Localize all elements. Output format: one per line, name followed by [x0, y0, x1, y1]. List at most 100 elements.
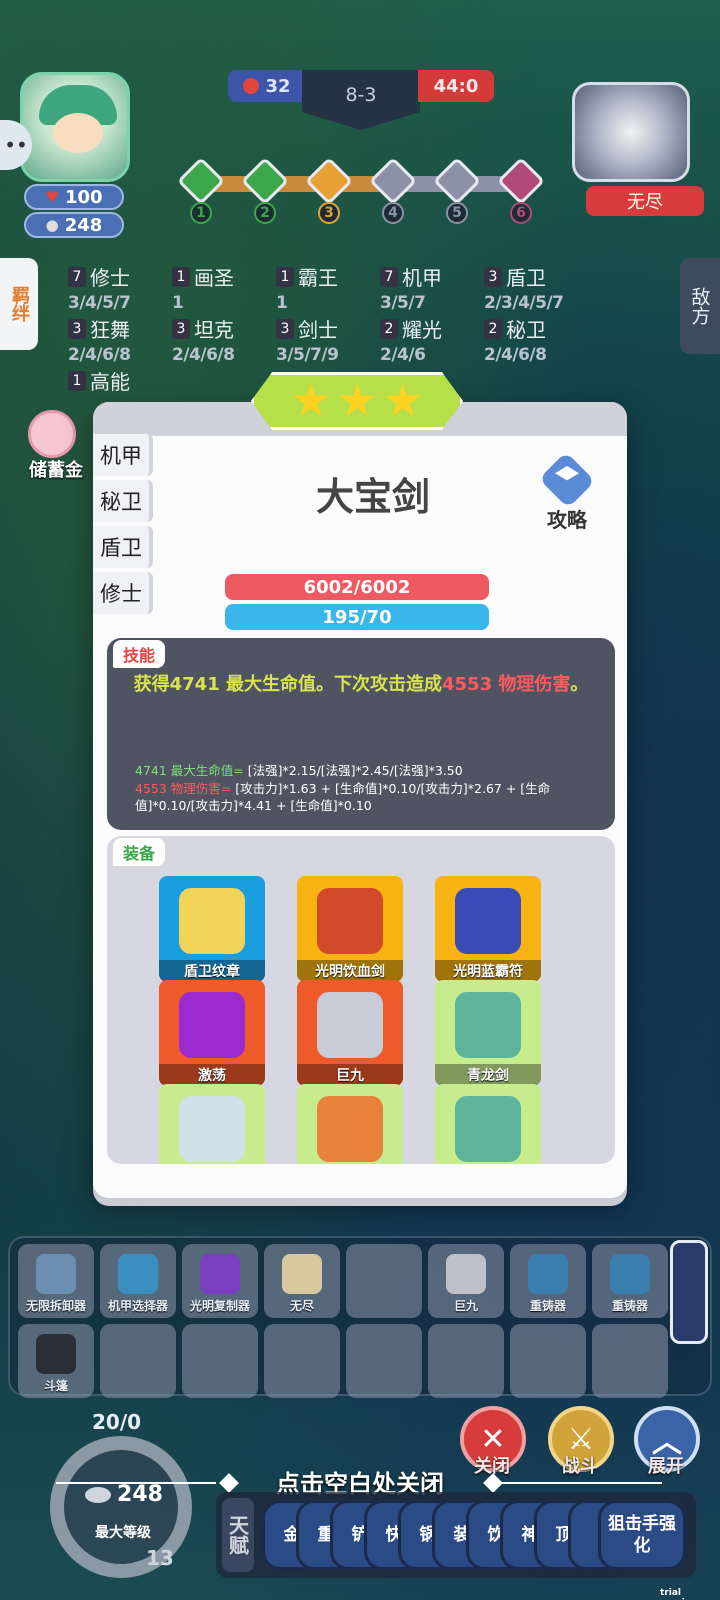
mana-bar: 195/70 [225, 604, 489, 630]
formula-head: 4741 最大生命值= [135, 763, 244, 778]
bench-slot[interactable]: 光明复制器 [182, 1244, 258, 1318]
equipment-icon [317, 992, 383, 1058]
formula-body: [法强]*2.15/[法强]*2.45/[法强]*3.50 [243, 763, 463, 778]
synergy-levels: 2/3/4/5/7 [484, 293, 564, 313]
synergy-levels: 3/5/7/9 [276, 345, 339, 365]
route-num: 5 [446, 202, 468, 224]
synergy-tab[interactable]: 羁绊 [0, 258, 38, 350]
max-level-label: 最大等级 [95, 1525, 151, 1541]
skill-description: 获得4741 最大生命值。下次攻击造成4553 物理伤害。 [127, 672, 595, 698]
bench-slot[interactable]: 重铸器 [510, 1244, 586, 1318]
stage-route: 1 2 3 4 5 6 [176, 156, 546, 226]
trait-tag[interactable]: 盾卫 [93, 526, 153, 568]
star-rank-banner [251, 372, 463, 430]
bench-slot[interactable]: 无尽 [264, 1244, 340, 1318]
synergy-entry[interactable]: 3 狂舞 2/4/6/8 [68, 314, 178, 368]
skill-desc-text: 最大生命值。下次攻击造成 [219, 674, 442, 695]
bench-item-icon [36, 1334, 76, 1374]
savings-button[interactable]: 储蓄金 [16, 410, 84, 490]
skill-desc-value: 4741 [169, 674, 220, 695]
bench-slot[interactable]: 机甲选择器 [100, 1244, 176, 1318]
bench-scrollbar[interactable] [670, 1240, 708, 1344]
savings-label: 储蓄金 [29, 460, 83, 481]
skill-tag: 技能 [113, 640, 166, 668]
synergy-count: 1 [68, 370, 86, 391]
talent-card[interactable]: 狙击手强化 [598, 1500, 686, 1570]
bench-slot[interactable] [510, 1324, 586, 1398]
equipment-item[interactable]: 盾卫纹章 [159, 876, 265, 982]
trial-watermark: trial version [660, 1588, 697, 1600]
synergy-levels: 2/4/6/8 [172, 345, 235, 365]
bench-slot[interactable]: 无限拆卸器 [18, 1244, 94, 1318]
equipment-item[interactable]: 激荡 [159, 980, 265, 1086]
route-node-5 [432, 156, 482, 206]
synergy-name: 霸王 [298, 266, 338, 290]
synergy-entry[interactable]: 7 修士 3/4/5/7 [68, 262, 178, 316]
equipment-name: 盾卫纹章 [159, 960, 265, 982]
equipment-item[interactable]: 巨九 [297, 980, 403, 1086]
piggy-bank-icon [28, 410, 76, 458]
synergy-count: 1 [276, 266, 294, 287]
bench-slot[interactable] [346, 1244, 422, 1318]
equipment-name: 激荡 [159, 1064, 265, 1086]
trait-tag[interactable]: 机甲 [93, 434, 153, 476]
synergy-levels: 2/4/6/8 [484, 345, 547, 365]
player-avatar[interactable] [20, 72, 130, 182]
synergy-entry[interactable]: 2 秘卫 2/4/6/8 [484, 314, 594, 368]
synergy-entry[interactable]: 3 剑士 3/5/7/9 [276, 314, 386, 368]
equipment-item[interactable]: 光明蓝霸符 [435, 876, 541, 982]
equipment-name: 巨九 [297, 1064, 403, 1086]
skill-panel: 技能 获得4741 最大生命值。下次攻击造成4553 物理伤害。 4741 最大… [107, 638, 615, 830]
route-num: 6 [510, 202, 532, 224]
equipment-tag: 装备 [113, 838, 166, 866]
player-gold-value: 248 [64, 214, 103, 236]
synergy-name: 修士 [90, 266, 130, 290]
equipment-item[interactable] [435, 1084, 541, 1164]
route-num: 3 [318, 202, 340, 224]
synergy-levels: 2/4/6 [380, 345, 426, 365]
equipment-item[interactable]: 光明饮血剑 [297, 876, 403, 982]
unit-title: 大宝剑 [315, 475, 430, 519]
bench-slot[interactable] [264, 1324, 340, 1398]
route-node-2 [240, 156, 290, 206]
bench-item-icon [282, 1254, 322, 1294]
equipment-item[interactable] [297, 1084, 403, 1164]
synergy-entry[interactable]: 1 画圣 1 [172, 262, 282, 316]
guide-label: 攻略 [547, 508, 587, 532]
route-num: 2 [254, 202, 276, 224]
skill-desc-text: 。 [570, 674, 589, 695]
bench-slot[interactable] [100, 1324, 176, 1398]
bench-slot[interactable] [592, 1324, 668, 1398]
skill-formula-health: 4741 最大生命值= [法强]*2.15/[法强]*2.45/[法强]*3.5… [135, 762, 605, 779]
synergy-name: 剑士 [298, 318, 338, 342]
level-number: 13 [146, 1546, 174, 1570]
synergy-entry[interactable]: 3 盾卫 2/3/4/5/7 [484, 262, 594, 316]
bench-slot[interactable]: 斗篷 [18, 1324, 94, 1398]
trait-tag[interactable]: 秘卫 [93, 480, 153, 522]
bench-slot[interactable] [182, 1324, 258, 1398]
stage-indicator: 8-3 [302, 70, 420, 130]
equipment-item[interactable]: 青龙剑 [435, 980, 541, 1086]
synergy-entry[interactable]: 2 耀光 2/4/6 [380, 314, 490, 368]
synergy-levels: 1 [172, 293, 184, 313]
skill-desc-damage: 4553 物理伤害 [442, 674, 571, 695]
synergy-name: 秘卫 [506, 318, 546, 342]
bench-slot[interactable]: 重铸器 [592, 1244, 668, 1318]
bench-slot[interactable]: 巨九 [428, 1244, 504, 1318]
equipment-item[interactable] [159, 1084, 265, 1164]
synergy-entry[interactable]: 1 霸王 1 [276, 262, 386, 316]
guide-button[interactable]: 攻略 [533, 451, 601, 532]
bench-slot[interactable] [346, 1324, 422, 1398]
star-icon [339, 383, 375, 416]
trait-tag[interactable]: 修士 [93, 572, 153, 614]
synergy-name: 盾卫 [506, 266, 546, 290]
synergy-entry[interactable]: 7 机甲 3/5/7 [380, 262, 490, 316]
round-hp-pill: 32 [228, 70, 306, 102]
enemy-tab[interactable]: 敌方 [680, 258, 720, 354]
synergy-entry[interactable]: 3 坦克 2/4/6/8 [172, 314, 282, 368]
bench-slot[interactable] [428, 1324, 504, 1398]
player-health-value: 100 [64, 186, 103, 208]
round-timer: 44:0 [418, 70, 494, 102]
enemy-avatar[interactable] [572, 82, 690, 182]
synergy-levels: 3/4/5/7 [68, 293, 131, 313]
